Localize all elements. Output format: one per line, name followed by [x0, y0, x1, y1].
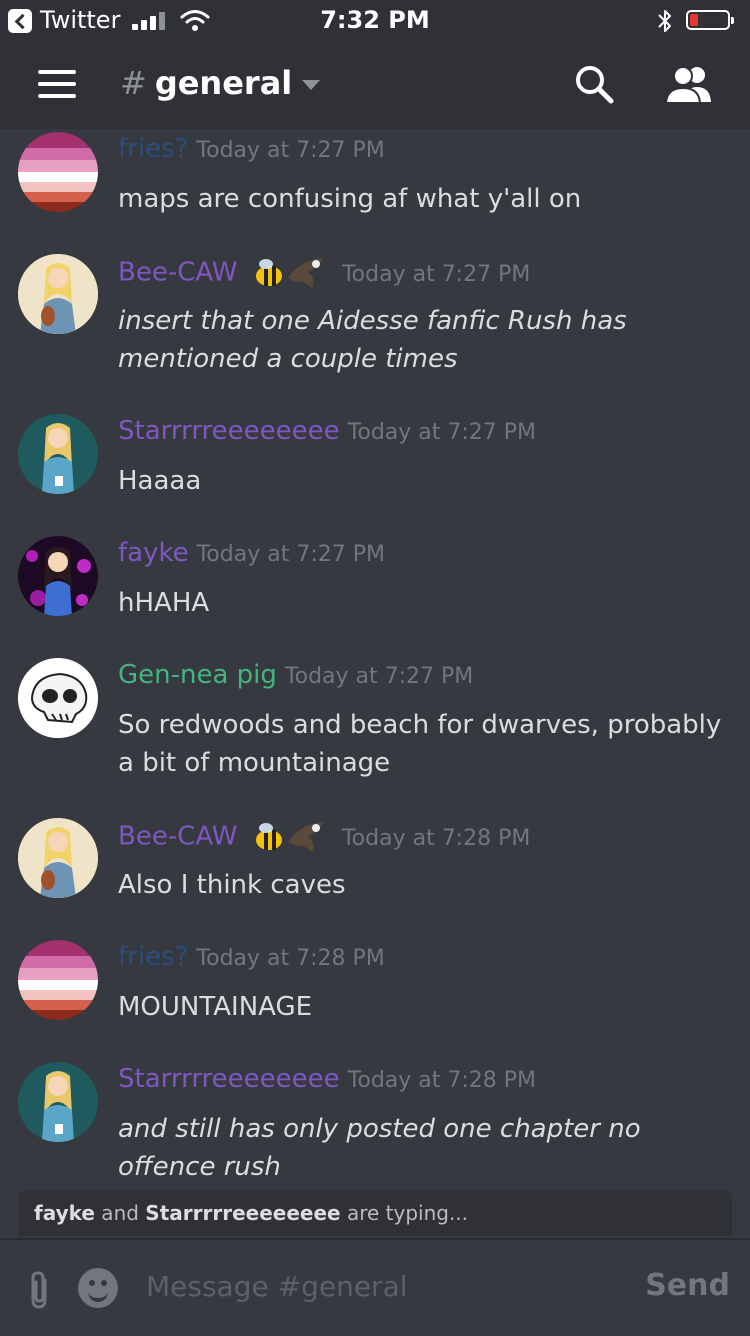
avatar[interactable] — [18, 536, 98, 616]
typing-indicator: fayke and Starrrrreeeeeeee are typing... — [18, 1190, 732, 1236]
send-button[interactable]: Send — [645, 1268, 730, 1303]
bee-emoji-icon — [255, 823, 282, 850]
message-header: fayke Today at 7:27 PM — [118, 538, 385, 568]
menu-icon[interactable] — [38, 70, 78, 98]
eagle-emoji-icon — [287, 258, 324, 288]
message-text: Haaaa — [118, 466, 202, 496]
message-text: Also I think caves — [118, 870, 346, 900]
girl-violin-avatar-image — [18, 254, 98, 334]
message-input[interactable]: Message #general — [146, 1270, 408, 1303]
timestamp: Today at 7:27 PM — [196, 542, 385, 567]
girl-purple-avatar-image — [18, 536, 98, 616]
status-bar: Twitter 7:32 PM — [0, 0, 750, 40]
battery-icon — [686, 10, 734, 30]
message-header: fries? Today at 7:28 PM — [118, 942, 385, 972]
typing-user: fayke — [34, 1201, 95, 1225]
channel-title[interactable]: # general — [120, 64, 321, 102]
message-text: MOUNTAINAGE — [118, 992, 313, 1022]
message-text: hHAHA — [118, 588, 210, 618]
members-icon[interactable] — [664, 64, 712, 104]
username[interactable]: fries? — [118, 942, 188, 972]
avatar[interactable] — [18, 132, 98, 212]
avatar[interactable] — [18, 1062, 98, 1142]
avatar[interactable] — [18, 658, 98, 738]
striped-flag-avatar-image — [18, 132, 98, 212]
username[interactable]: Bee-CAW — [118, 822, 237, 852]
top-bar: Twitter 7:32 PM # general — [0, 0, 750, 129]
message-header: Gen-nea pig Today at 7:27 PM — [118, 660, 473, 690]
message-header: Bee-CAW Today at 7:28 PM — [118, 820, 530, 854]
avatar[interactable] — [18, 414, 98, 494]
timestamp: Today at 7:27 PM — [341, 261, 531, 287]
typing-suffix: are typing... — [340, 1201, 469, 1225]
timestamp: Today at 7:27 PM — [196, 138, 385, 163]
message-text: So redwoods and beach for dwarves, proba… — [118, 710, 722, 778]
timestamp: Today at 7:28 PM — [196, 946, 385, 971]
message-text: maps are confusing af what y'all on — [118, 184, 582, 214]
timestamp: Today at 7:27 PM — [284, 664, 474, 689]
timestamp: Today at 7:27 PM — [347, 420, 537, 445]
message-header: fries? Today at 7:27 PM — [118, 134, 385, 164]
channel-hash: # — [120, 64, 147, 102]
avatar[interactable] — [18, 940, 98, 1020]
message-text: insert that one Aidesse fanfic Rush has … — [118, 306, 627, 374]
eagle-emoji-icon — [287, 822, 324, 852]
username[interactable]: Starrrrreeeeeeee — [118, 416, 340, 446]
message-header: Starrrrreeeeeeee Today at 7:27 PM — [118, 416, 536, 446]
typing-user: Starrrrreeeeeeee — [145, 1201, 341, 1225]
username[interactable]: fries? — [118, 134, 188, 164]
username[interactable]: fayke — [118, 538, 189, 568]
timestamp: Today at 7:28 PM — [341, 825, 531, 851]
message-header: Bee-CAW Today at 7:27 PM — [118, 256, 530, 290]
username[interactable]: Bee-CAW — [118, 258, 237, 288]
message-composer: Message #general Send — [0, 1238, 750, 1336]
chevron-down-icon — [302, 80, 321, 90]
channel-name: general — [154, 64, 293, 102]
typing-and: and — [94, 1201, 146, 1225]
search-icon[interactable] — [574, 64, 614, 104]
bluetooth-icon — [658, 10, 671, 32]
avatar[interactable] — [18, 254, 98, 334]
message-list[interactable]: fries? Today at 7:27 PM maps are confusin… — [0, 130, 750, 1190]
username[interactable]: Gen-nea pig — [118, 660, 277, 690]
bee-emoji-icon — [255, 259, 282, 286]
striped-flag-avatar-image — [18, 940, 98, 1020]
skull-avatar-image — [18, 658, 98, 738]
girl-violin-avatar-image — [18, 818, 98, 898]
status-time: 7:32 PM — [320, 6, 430, 34]
username[interactable]: Starrrrreeeeeeee — [118, 1064, 340, 1094]
attachment-icon[interactable] — [26, 1270, 52, 1310]
emoji-icon[interactable] — [78, 1268, 118, 1308]
message-text: and still has only posted one chapter no… — [118, 1114, 641, 1182]
girl-teal-avatar-image — [18, 1062, 98, 1142]
avatar[interactable] — [18, 818, 98, 898]
girl-teal-avatar-image — [18, 414, 98, 494]
timestamp: Today at 7:28 PM — [347, 1068, 537, 1093]
message-header: Starrrrreeeeeeee Today at 7:28 PM — [118, 1064, 536, 1094]
